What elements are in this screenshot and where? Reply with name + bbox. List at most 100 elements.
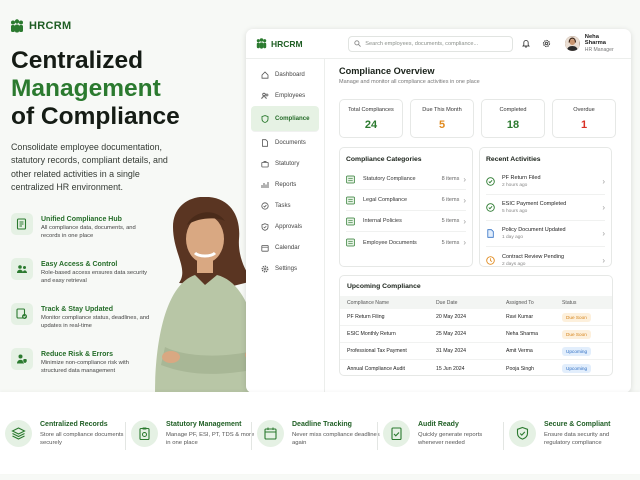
tracking-icon [11,303,33,325]
table-header: Compliance Name Due Date Assigned To Sta… [340,296,612,309]
page-title: Compliance Overview [339,66,435,76]
activity-item[interactable]: Policy Document Updated 1 day ago › [486,221,605,247]
bottom-feature-desc: Ensure data security and regulatory comp… [544,431,610,446]
check-circle-icon [261,201,269,210]
stats-row: Total Compliances 24 Due This Month 5 Co… [339,99,622,138]
activity-time: 1 day ago [502,235,524,240]
bell-icon[interactable] [522,39,531,48]
feature-item: Easy Access & Control Role-based access e… [11,258,151,303]
sidebar-item-label: Approvals [275,223,303,230]
activity-name: Contract Review Pending [502,253,565,260]
sidebar-item-compliance[interactable]: Compliance [251,106,319,132]
category-item[interactable]: Statutory Compliance 8 items › [346,169,466,190]
briefcase-icon [261,160,269,167]
table-row[interactable]: Professional Tax Payment 31 May 2024 Ami… [340,343,612,360]
users-icon [11,258,33,280]
approval-icon [261,222,269,231]
bottom-feature-title: Secure & Compliant [544,420,611,428]
card-title: Upcoming Compliance [347,283,421,290]
table-row[interactable]: PF Return Filing 20 May 2024 Ravi Kumar … [340,309,612,326]
hero-line-1: Centralized [11,47,144,74]
stat-card-due[interactable]: Due This Month 5 [410,99,474,138]
sidebar-item-settings[interactable]: Settings [251,258,319,279]
card-title: Recent Activities [486,156,541,163]
stat-card-completed[interactable]: Completed 18 [481,99,545,138]
audit-icon [383,419,410,447]
sidebar-item-reports[interactable]: Reports [251,174,319,195]
table-row[interactable]: ESIC Monthly Return 25 May 2024 Neha Sha… [340,326,612,343]
gear-icon [261,265,269,272]
activity-item[interactable]: ESIC Payment Completed 5 hours ago › [486,195,605,221]
bottom-feature: Centralized Records Store all compliance … [5,419,131,450]
category-item[interactable]: Employee Documents 5 items › [346,232,466,253]
check-circle-icon [486,203,495,212]
category-count: 8 items [441,176,460,182]
status-badge: Upcoming [562,364,592,373]
stat-card-overdue[interactable]: Overdue 1 [552,99,616,138]
sidebar-item-documents[interactable]: Documents [251,132,319,153]
activity-item[interactable]: Contract Review Pending 2 days ago › [486,247,605,273]
category-name: Employee Documents [363,239,417,246]
shield-check-icon [509,419,536,447]
stat-value: 24 [364,119,378,131]
cell-date: 25 May 2024 [436,331,466,337]
home-icon [261,70,269,79]
gear-icon[interactable] [542,39,551,48]
activity-item[interactable]: PF Return Filed 2 hours ago › [486,169,605,195]
cell-assignee: Ravi Kumar [506,314,534,320]
cell-name: PF Return Filing [347,314,385,320]
bottom-feature-desc: Quickly generate reports whenever needed [418,431,483,446]
app-logo[interactable]: HRCRM [256,38,339,49]
clock-icon [486,255,495,265]
bottom-feature: Statutory Management Manage PF, ESI, PT, … [131,419,257,450]
category-name: Internal Policies [363,218,402,224]
layers-icon [5,419,32,447]
cell-name: Professional Tax Payment [347,348,407,354]
sidebar-item-tasks[interactable]: Tasks [251,195,319,216]
category-item[interactable]: Legal Compliance 6 items › [346,190,466,211]
column-header: Assigned To [506,299,534,306]
sidebar-item-calendar[interactable]: Calendar [251,237,319,258]
sidebar-item-dashboard[interactable]: Dashboard [251,64,319,85]
category-item[interactable]: Internal Policies 5 items › [346,211,466,232]
sidebar-item-approvals[interactable]: Approvals [251,216,319,237]
user-menu[interactable]: Neha Sharma HR Manager [565,34,621,53]
cell-date: 20 May 2024 [436,314,466,320]
column-header: Compliance Name [347,299,389,306]
chevron-right-icon: › [463,216,466,226]
chevron-right-icon: › [463,174,466,184]
cell-date: 15 Jun 2024 [436,365,465,372]
brand-logo: HRCRM [10,19,71,33]
folder-icon [346,238,355,247]
sidebar-item-label: Documents [275,139,306,146]
sidebar-item-label: Tasks [275,202,291,209]
divider [125,421,126,450]
chevron-right-icon: › [602,177,605,186]
sidebar-item-employees[interactable]: Employees [251,85,319,106]
documents-icon [11,213,33,235]
check-circle-icon [486,177,495,186]
status-badge: Due Soon [562,312,591,322]
activity-time: 5 hours ago [502,209,528,214]
divider [377,421,378,450]
status-badge: Due Soon [562,329,591,339]
divider [503,421,504,450]
table-row[interactable]: Annual Compliance Audit 15 Jun 2024 Pooj… [340,360,612,377]
category-count: 6 items [441,197,460,203]
chevron-right-icon: › [463,195,466,205]
sidebar-item-label: Employees [275,92,306,99]
feature-item: Reduce Risk & Errors Minimize non-complia… [11,348,151,393]
sidebar-item-label: Compliance [275,115,310,122]
users-icon [261,92,269,99]
page-subtitle: Manage and monitor all compliance activi… [339,79,480,85]
card-title: Compliance Categories [346,156,422,163]
shield-icon [261,114,269,123]
hero-description: Consolidate employee documentation, stat… [11,142,168,193]
search-input[interactable]: Search employees, documents, compliance.… [348,35,514,52]
cards-row: Compliance Categories Statutory Complian… [339,147,622,267]
sidebar-item-statutory[interactable]: Statutory [251,153,319,174]
calendar-icon [257,419,284,447]
stat-card-total[interactable]: Total Compliances 24 [339,99,403,138]
app-topbar: HRCRM Search employees, documents, compl… [246,29,631,59]
cell-date: 31 May 2024 [436,348,466,354]
